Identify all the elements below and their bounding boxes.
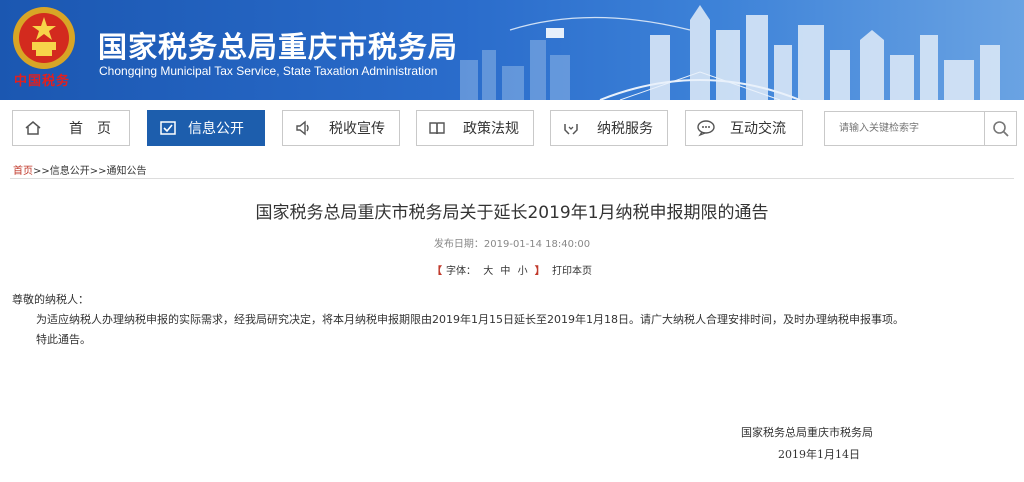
font-medium-link[interactable]: 中 xyxy=(500,266,510,277)
nav-info-disclosure[interactable]: 信息公开 xyxy=(147,110,265,146)
nav-policy-law[interactable]: 政策法规 xyxy=(416,110,534,146)
home-icon xyxy=(23,118,43,138)
toolbar-bracket-open: 【 xyxy=(432,266,443,277)
nav-interaction[interactable]: 互动交流 xyxy=(685,110,803,146)
site-subtitle: Chongqing Municipal Tax Service, State T… xyxy=(99,64,438,78)
font-large-link[interactable]: 大 xyxy=(483,266,493,277)
nav-tax-publicity[interactable]: 税收宣传 xyxy=(282,110,400,146)
emblem-caption: 中国税务 xyxy=(14,74,71,89)
chat-icon xyxy=(696,118,716,138)
nav-home[interactable]: 首 页 xyxy=(12,110,130,146)
nav-home-label: 首 页 xyxy=(69,121,111,137)
publish-date: 发布日期：2019-01-14 18:40:00 xyxy=(433,239,591,250)
national-emblem-icon xyxy=(13,7,75,69)
nav-taxpayer-service[interactable]: 纳税服务 xyxy=(550,110,668,146)
checklist-icon xyxy=(158,118,178,138)
breadcrumb-path[interactable]: >>信息公开>>通知公告 xyxy=(33,166,147,177)
closing-paragraph: 特此通告。 xyxy=(36,333,91,346)
font-size-toolbar: 【字体： 大 中 小 】 打印本页 xyxy=(0,262,1024,277)
city-skyline-illustration xyxy=(460,5,1000,100)
article-body: 尊敬的纳税人： 为适应纳税人办理纳税申报的实际需求，经我局研究决定，将本月纳税申… xyxy=(12,290,904,350)
hands-icon xyxy=(561,118,581,138)
font-size-label: 字体： xyxy=(446,266,477,277)
breadcrumb-home-link[interactable]: 首页 xyxy=(13,166,33,177)
signature-date: 2019年1月14日 xyxy=(778,448,860,461)
nav-taxpayer-service-label: 纳税服务 xyxy=(597,121,653,137)
salutation: 尊敬的纳税人： xyxy=(12,293,89,306)
signature-organization: 国家税务总局重庆市税务局 xyxy=(741,426,873,439)
font-small-link[interactable]: 小 xyxy=(518,266,528,277)
search-icon xyxy=(992,120,1009,137)
search-box xyxy=(824,111,1017,146)
book-icon xyxy=(427,118,447,138)
speaker-icon xyxy=(293,118,313,138)
search-input[interactable] xyxy=(825,112,985,145)
breadcrumb: 首页>>信息公开>>通知公告 xyxy=(13,162,147,177)
header-banner: 中国税务 国家税务总局重庆市税务局 Chongqing Municipal Ta… xyxy=(0,0,1024,100)
body-paragraph: 为适应纳税人办理纳税申报的实际需求，经我局研究决定，将本月纳税申报期限由2019… xyxy=(36,313,904,326)
nav-info-disclosure-label: 信息公开 xyxy=(188,121,244,137)
nav-tax-publicity-label: 税收宣传 xyxy=(329,121,385,137)
print-page-link[interactable]: 打印本页 xyxy=(552,266,592,277)
search-button[interactable] xyxy=(984,112,1016,145)
nav-interaction-label: 互动交流 xyxy=(730,121,786,137)
breadcrumb-divider xyxy=(10,178,1014,179)
toolbar-bracket-close: 】 xyxy=(534,266,545,277)
site-title[interactable]: 国家税务总局重庆市税务局 xyxy=(98,24,458,66)
article-title: 国家税务总局重庆市税务局关于延长2019年1月纳税申报期限的通告 xyxy=(255,203,769,223)
nav-policy-law-label: 政策法规 xyxy=(463,121,519,137)
